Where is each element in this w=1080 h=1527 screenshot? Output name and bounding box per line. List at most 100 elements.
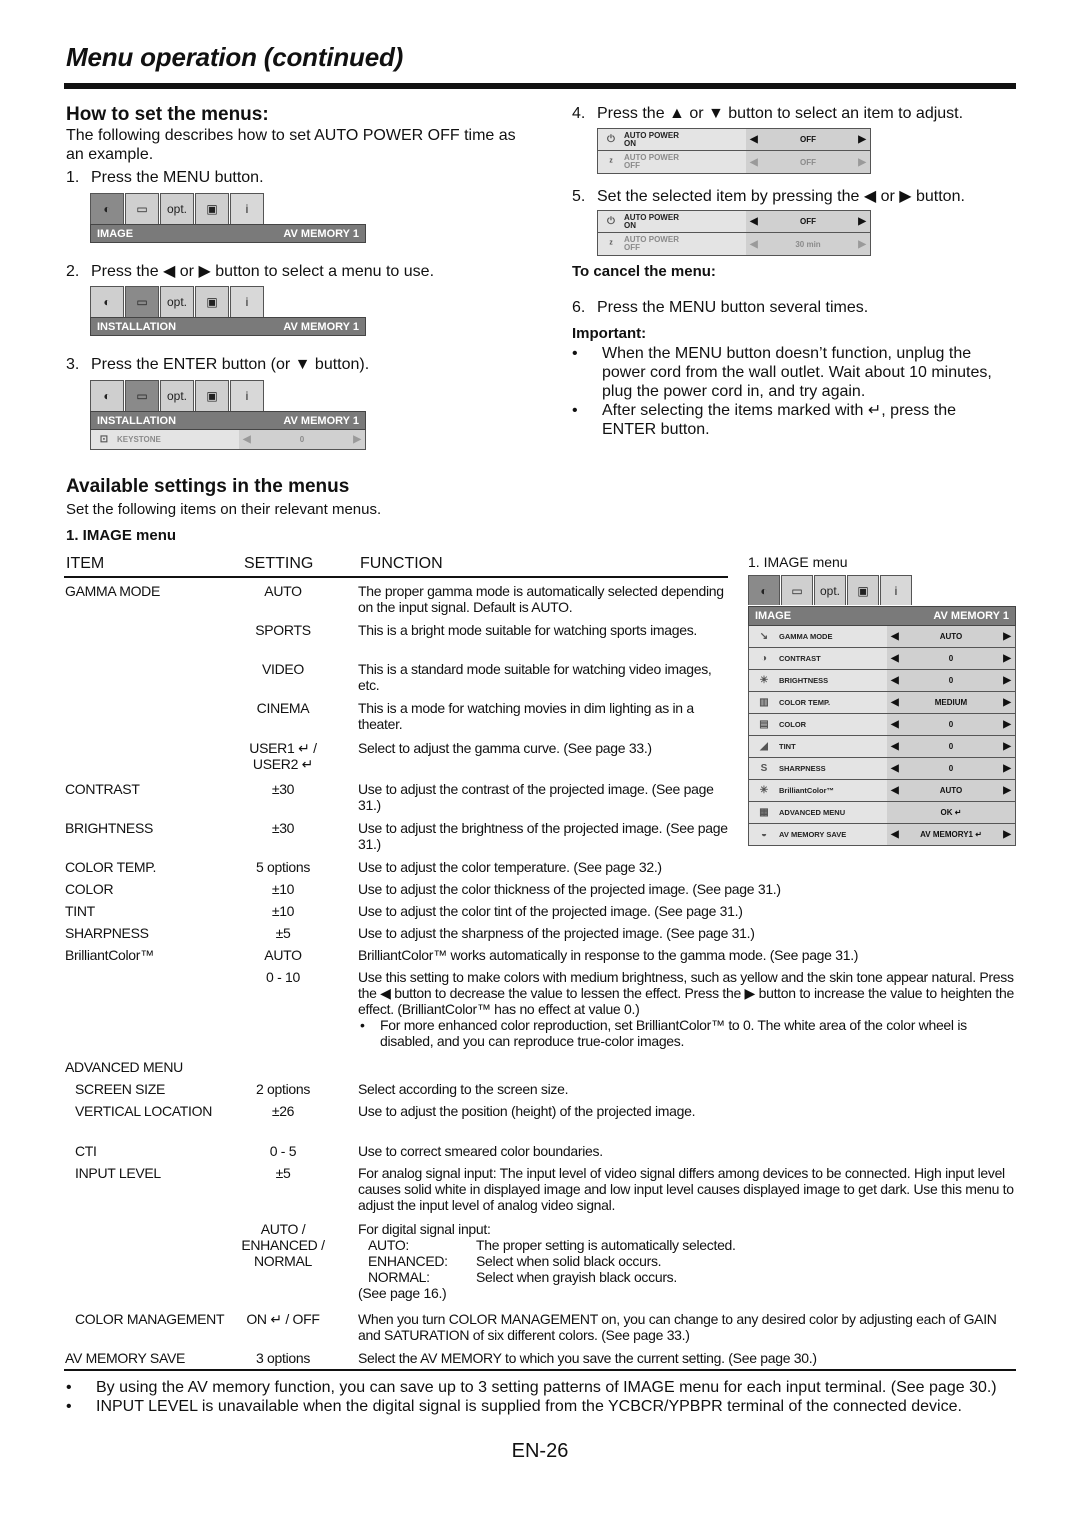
image-adjust-icon[interactable]: ◐: [90, 193, 124, 224]
osd-av-memory: AV MEMORY 1: [283, 227, 359, 240]
arrow-right-icon[interactable]: ▶: [1003, 697, 1011, 708]
osd-tabs: ◐ ▭ opt. ▣ i: [748, 575, 1016, 606]
image-adjust-icon[interactable]: ◐: [90, 286, 124, 317]
row-label: CONTRAST: [779, 653, 821, 663]
arrow-right-icon[interactable]: ▶: [1003, 785, 1011, 796]
function-text: Use to adjust the contrast of the projec…: [358, 781, 714, 813]
option-icon[interactable]: opt.: [814, 575, 846, 605]
osd-row-gamma-mode[interactable]: ↘ GAMMA MODE ◀ AUTO ▶: [748, 626, 1016, 648]
row-value: ◀ OFF ▶: [746, 151, 870, 173]
arrow-left-icon[interactable]: ◀: [891, 829, 899, 840]
installation-icon[interactable]: ▭: [125, 380, 159, 411]
info-icon[interactable]: i: [230, 380, 264, 411]
osd-row-advanced-menu[interactable]: ▦ ADVANCED MENU ◀OK ↵▶: [748, 802, 1016, 824]
osd-row-av-memory-save[interactable]: ◒ AV MEMORY SAVE ◀ AV MEMORY1 ↵ ▶: [748, 824, 1016, 846]
arrow-left-icon[interactable]: ◀: [891, 675, 899, 686]
signal-icon[interactable]: ▣: [847, 575, 879, 605]
row-label: AUTO POWER ON: [624, 212, 679, 230]
auto-power-on-icon: ⏻: [607, 216, 615, 227]
function-text: Use to adjust the sharpness of the proje…: [358, 925, 755, 941]
footnote: INPUT LEVEL is unavailable when the digi…: [66, 1397, 1016, 1416]
option-icon[interactable]: opt.: [160, 286, 194, 317]
info-icon[interactable]: i: [230, 193, 264, 224]
cell-setting: 0 - 5: [269, 1143, 297, 1159]
osd-row-auto-power-off[interactable]: ᶻ AUTO POWER OFF ◀ 30 min ▶: [598, 233, 870, 255]
cell-function: Select according to the screen size.: [358, 1081, 1018, 1097]
function-text: Use to correct smeared color boundaries.: [358, 1143, 603, 1159]
step-6: 6. Press the MENU button several times.: [572, 299, 869, 316]
row-label: BrilliantColor™: [779, 785, 835, 795]
function-text: This is a mode for watching movies in di…: [358, 700, 694, 732]
image-adjust-icon[interactable]: ◐: [90, 380, 124, 411]
function-text: Use to adjust the color thickness of the…: [358, 881, 781, 897]
arrow-right-icon[interactable]: ▶: [858, 157, 866, 168]
cell-function: Select the AV MEMORY to which you save t…: [358, 1350, 1018, 1366]
cell-item: VERTICAL LOCATION: [75, 1103, 213, 1119]
arrow-left-icon[interactable]: ◀: [243, 434, 251, 445]
arrow-left-icon[interactable]: ◀: [891, 741, 899, 752]
cancel-heading: To cancel the menu:: [572, 263, 716, 280]
osd-row-contrast[interactable]: ◑ CONTRAST ◀ 0 ▶: [748, 648, 1016, 670]
arrow-right-icon[interactable]: ▶: [1003, 763, 1011, 774]
arrow-right-icon[interactable]: ▶: [858, 216, 866, 227]
signal-icon[interactable]: ▣: [195, 380, 229, 411]
option-icon[interactable]: opt.: [160, 380, 194, 411]
cell-item: COLOR TEMP.: [65, 859, 157, 875]
arrow-left-icon[interactable]: ◀: [750, 134, 758, 145]
arrow-right-icon[interactable]: ▶: [1003, 741, 1011, 752]
arrow-left-icon[interactable]: ◀: [891, 653, 899, 664]
arrow-left-icon[interactable]: ◀: [891, 697, 899, 708]
osd-av-memory: AV MEMORY 1: [283, 414, 359, 427]
image-adjust-icon[interactable]: ◐: [748, 575, 780, 605]
arrow-right-icon[interactable]: ▶: [1003, 829, 1011, 840]
osd-row-auto-power-off[interactable]: ᶻ AUTO POWER OFF ◀ OFF ▶: [598, 151, 870, 173]
installation-icon[interactable]: ▭: [125, 193, 159, 224]
osd-tabs: ◐ ▭ opt. ▣ i: [90, 380, 366, 411]
cell-setting: ±10: [271, 881, 295, 897]
arrow-left-icon[interactable]: ◀: [891, 785, 899, 796]
function-option: AUTO: The proper setting is automatically…: [368, 1237, 736, 1253]
function-text: For digital signal input:: [358, 1221, 491, 1237]
osd-row-sharpness[interactable]: S SHARPNESS ◀ 0 ▶: [748, 758, 1016, 780]
osd-image-menu-full: ◐ ▭ opt. ▣ i IMAGE AV MEMORY 1 ↘ GAMMA MOD…: [748, 575, 1016, 846]
arrow-left-icon[interactable]: ◀: [891, 763, 899, 774]
row-value: ◀ AUTO ▶: [887, 626, 1015, 647]
osd-row-brightness[interactable]: ☀ BRIGHTNESS ◀ 0 ▶: [748, 670, 1016, 692]
osd-menu-title: INSTALLATION: [97, 320, 177, 333]
osd-row-tint[interactable]: ◢ TINT ◀ 0 ▶: [748, 736, 1016, 758]
cell-item: TINT: [65, 903, 95, 919]
option-icon[interactable]: opt.: [160, 193, 194, 224]
arrow-right-icon[interactable]: ▶: [1003, 675, 1011, 686]
info-icon[interactable]: i: [230, 286, 264, 317]
installation-icon[interactable]: ▭: [781, 575, 813, 605]
signal-icon[interactable]: ▣: [195, 286, 229, 317]
cell-setting: 3 options: [255, 1350, 311, 1366]
arrow-left-icon[interactable]: ◀: [891, 719, 899, 730]
gamma-icon: ↘: [759, 631, 769, 642]
info-icon[interactable]: i: [880, 575, 912, 605]
arrow-right-icon[interactable]: ▶: [353, 434, 361, 445]
osd-title-bar: INSTALLATION AV MEMORY 1: [90, 411, 366, 430]
available-heading: Available settings in the menus: [66, 476, 350, 497]
arrow-left-icon[interactable]: ◀: [750, 157, 758, 168]
arrow-right-icon[interactable]: ▶: [1003, 631, 1011, 642]
arrow-left-icon[interactable]: ◀: [891, 631, 899, 642]
arrow-right-icon[interactable]: ▶: [858, 239, 866, 250]
row-value: ◀ 0 ▶: [887, 714, 1015, 735]
function-option: NORMAL: Select when grayish black occurs.: [368, 1269, 677, 1285]
osd-row-color[interactable]: ▤ COLOR ◀ 0 ▶: [748, 714, 1016, 736]
row-label: GAMMA MODE: [779, 631, 833, 641]
arrow-right-icon[interactable]: ▶: [858, 134, 866, 145]
osd-row-auto-power-on[interactable]: ⏻ AUTO POWER ON ◀ OFF ▶: [598, 211, 870, 233]
osd-row-keystone[interactable]: ⊡ KEYSTONE ◀ 0 ▶: [90, 430, 366, 450]
arrow-right-icon[interactable]: ▶: [1003, 719, 1011, 730]
osd-row-color-temp[interactable]: ▥ COLOR TEMP. ◀ MEDIUM ▶: [748, 692, 1016, 714]
arrow-left-icon[interactable]: ◀: [750, 239, 758, 250]
signal-icon[interactable]: ▣: [195, 193, 229, 224]
arrow-right-icon[interactable]: ▶: [1003, 653, 1011, 664]
installation-icon[interactable]: ▭: [125, 286, 159, 317]
osd-row-brilliantcolor[interactable]: ✳ BrilliantColor™ ◀ AUTO ▶: [748, 780, 1016, 802]
function-text: For analog signal input: The input level…: [358, 1165, 1014, 1213]
osd-row-auto-power-on[interactable]: ⏻ AUTO POWER ON ◀ OFF ▶: [598, 129, 870, 151]
arrow-left-icon[interactable]: ◀: [750, 216, 758, 227]
